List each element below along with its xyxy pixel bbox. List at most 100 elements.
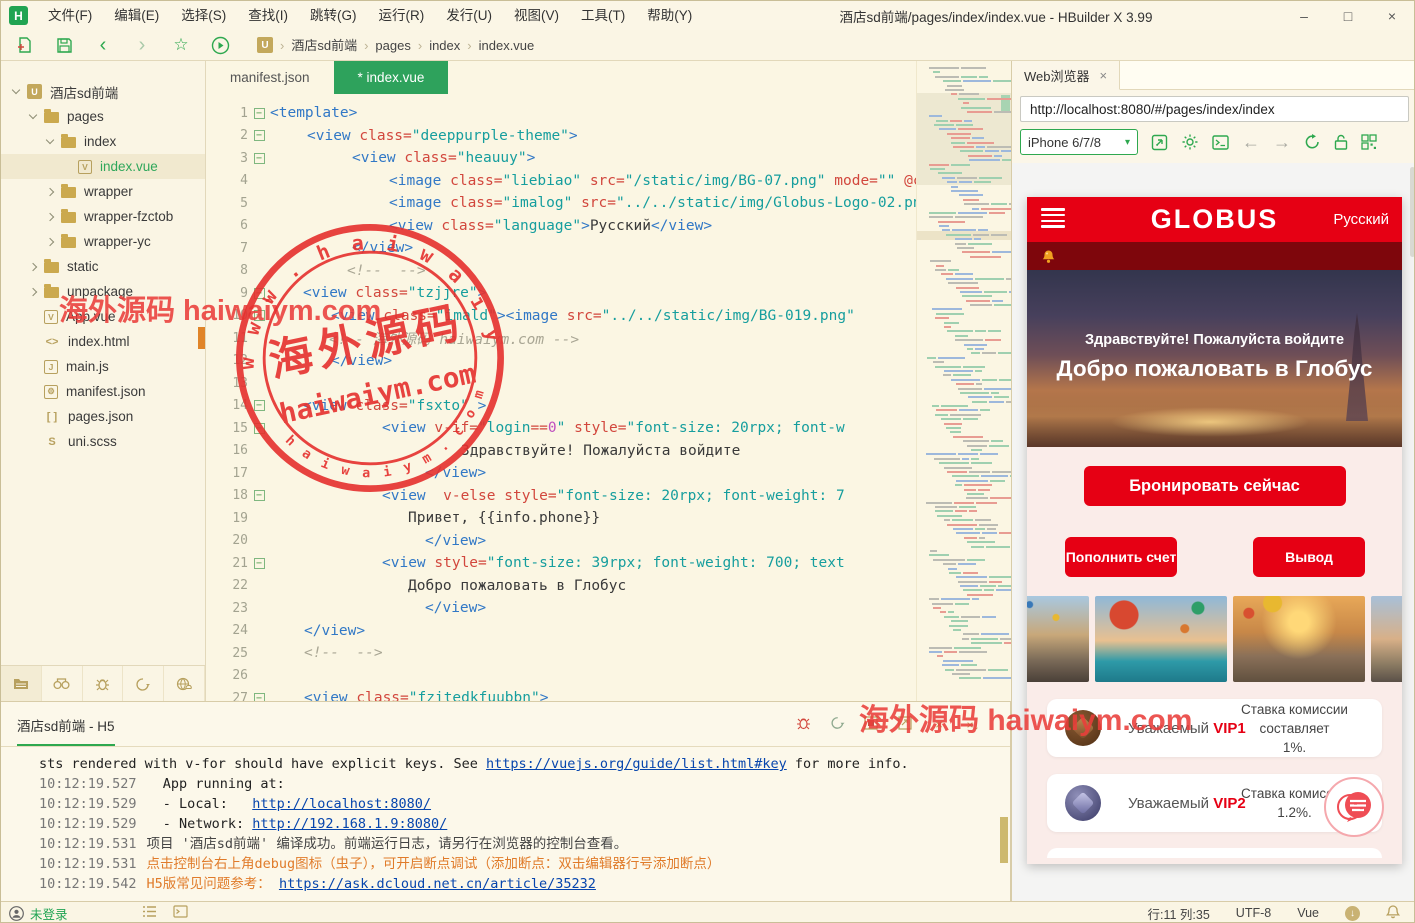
- line-number[interactable]: 10: [206, 308, 248, 323]
- code-line[interactable]: 25<!-- -->: [206, 642, 916, 665]
- tab-search[interactable]: [42, 666, 83, 701]
- code-line[interactable]: 13: [206, 372, 916, 395]
- file-tree-item-static[interactable]: static: [1, 254, 205, 279]
- code-line[interactable]: 15−<view v-if="login==0" style="font-siz…: [206, 417, 916, 440]
- new-file-icon[interactable]: [10, 33, 40, 57]
- fold-collapse-icon[interactable]: −: [254, 400, 265, 411]
- line-number[interactable]: 3: [206, 151, 248, 166]
- menu-item[interactable]: 发行(U): [435, 8, 503, 23]
- line-number[interactable]: 21: [206, 556, 248, 571]
- line-number[interactable]: 27: [206, 691, 248, 701]
- viewport-scrollbar-thumb[interactable]: [1410, 167, 1415, 257]
- vip-card[interactable]: Уважаемый VIP1Ставка комиссии составляет…: [1047, 699, 1382, 757]
- chevron-right-icon[interactable]: [29, 262, 37, 270]
- line-number[interactable]: 11: [206, 331, 248, 346]
- file-tree-item-index.vue[interactable]: Vindex.vue: [1, 154, 205, 179]
- line-number[interactable]: 7: [206, 241, 248, 256]
- line-number[interactable]: 8: [206, 263, 248, 278]
- menu-item[interactable]: 文件(F): [37, 8, 103, 23]
- breadcrumb-item[interactable]: 酒店sd前端: [291, 38, 357, 53]
- sidebar-scrollbar-thumb[interactable]: [198, 327, 205, 349]
- forward-icon[interactable]: ›: [127, 33, 157, 57]
- code-line[interactable]: 11<!-- 海外源码 haiwaiym.com -->: [206, 327, 916, 350]
- line-number[interactable]: 5: [206, 196, 248, 211]
- file-tree-item-main.js[interactable]: Jmain.js: [1, 354, 205, 379]
- line-number[interactable]: 24: [206, 623, 248, 638]
- line-number[interactable]: 14: [206, 398, 248, 413]
- update-icon[interactable]: ↓: [1345, 906, 1360, 921]
- settings-gear-icon[interactable]: [1181, 133, 1199, 151]
- chevron-right-icon[interactable]: [46, 237, 54, 245]
- code-line[interactable]: 8<!-- -->: [206, 260, 916, 283]
- code-line[interactable]: 6<view class="language">Русский</view>: [206, 215, 916, 238]
- code-line[interactable]: 3−<view class="heauuy">: [206, 147, 916, 170]
- tab-file-explorer[interactable]: [1, 666, 42, 701]
- file-tree-item-wrapper-yc[interactable]: wrapper-yc: [1, 229, 205, 254]
- book-now-button[interactable]: Бронировать сейчас: [1084, 466, 1346, 506]
- encoding[interactable]: UTF-8: [1236, 906, 1271, 920]
- log-link[interactable]: http://localhost:8080/: [252, 796, 431, 812]
- line-number[interactable]: 12: [206, 353, 248, 368]
- stop-icon[interactable]: [862, 716, 880, 733]
- code-line[interactable]: 21−<view style="font-size: 39rpx; font-w…: [206, 552, 916, 575]
- forward-arrow-icon[interactable]: →: [1273, 132, 1291, 153]
- file-tree-item-unpackage[interactable]: unpackage: [1, 279, 205, 304]
- line-number[interactable]: 2: [206, 128, 248, 143]
- chat-fab-button[interactable]: [1324, 777, 1384, 837]
- terminal-status-icon[interactable]: [173, 905, 188, 921]
- close-button[interactable]: ×: [1370, 1, 1414, 30]
- breadcrumb-item[interactable]: pages: [375, 38, 410, 53]
- line-number[interactable]: 9: [206, 286, 248, 301]
- menu-item[interactable]: 运行(R): [368, 8, 436, 23]
- menu-item[interactable]: 编辑(E): [103, 8, 170, 23]
- log-link[interactable]: https://ask.dcloud.net.cn/article/35232: [279, 876, 596, 892]
- back-icon[interactable]: ‹: [88, 33, 118, 57]
- browser-tab-close-icon[interactable]: ×: [1100, 68, 1108, 83]
- code-line[interactable]: 10−<view class="imald"><image src="../..…: [206, 305, 916, 328]
- code-line[interactable]: 23</view>: [206, 597, 916, 620]
- code-line[interactable]: 2−<view class="deeppurple-theme">: [206, 125, 916, 148]
- topup-button[interactable]: Пополнить счет: [1065, 537, 1177, 577]
- file-tree-item-index.html[interactable]: <>index.html: [1, 329, 205, 354]
- refresh-icon[interactable]: [1304, 134, 1321, 150]
- code-line[interactable]: 27−<view class="fzitedkfuubbn">: [206, 687, 916, 701]
- code-line[interactable]: 1−<template>: [206, 102, 916, 125]
- code-line[interactable]: 4<image class="liebiao" src="/static/img…: [206, 170, 916, 193]
- carousel-image-cappadocia-balloons-city[interactable]: [1027, 596, 1089, 682]
- breadcrumb-item[interactable]: index: [429, 38, 460, 53]
- menu-item[interactable]: 跳转(G): [299, 8, 368, 23]
- run-icon[interactable]: [205, 33, 235, 57]
- code-line[interactable]: 12</view>: [206, 350, 916, 373]
- language-switcher[interactable]: Русский: [1333, 211, 1389, 228]
- restart-icon[interactable]: [828, 716, 846, 733]
- tab-debug[interactable]: [83, 666, 124, 701]
- console-scrollbar-thumb[interactable]: [1000, 817, 1008, 863]
- carousel-image-cappadocia-sunset-valley[interactable]: [1233, 596, 1365, 682]
- code-area[interactable]: 1−<template>2−<view class="deeppurple-th…: [206, 94, 916, 701]
- line-number[interactable]: 4: [206, 173, 248, 188]
- fold-collapse-icon[interactable]: −: [254, 310, 265, 321]
- save-icon[interactable]: [49, 33, 79, 57]
- code-line[interactable]: 26: [206, 665, 916, 688]
- fold-collapse-icon[interactable]: −: [254, 423, 265, 434]
- line-number[interactable]: 20: [206, 533, 248, 548]
- line-number[interactable]: 18: [206, 488, 248, 503]
- fold-collapse-icon[interactable]: −: [254, 693, 265, 701]
- image-carousel[interactable]: [1027, 596, 1402, 682]
- code-line[interactable]: 18−<view v-else style="font-size: 20rpx;…: [206, 485, 916, 508]
- fold-collapse-icon[interactable]: −: [254, 288, 265, 299]
- line-number[interactable]: 19: [206, 511, 248, 526]
- line-number[interactable]: 22: [206, 578, 248, 593]
- line-number[interactable]: 15: [206, 421, 248, 436]
- clear-console-icon[interactable]: ×: [930, 717, 948, 732]
- line-number[interactable]: 25: [206, 646, 248, 661]
- cursor-position[interactable]: 行:11 列:35: [1147, 904, 1209, 923]
- chevron-down-icon[interactable]: [29, 111, 37, 119]
- fold-collapse-icon[interactable]: −: [254, 558, 265, 569]
- log-link[interactable]: http://192.168.1.9:8080/: [252, 816, 447, 832]
- carousel-image-cappadocia-pool-balloon[interactable]: [1095, 596, 1227, 682]
- maximize-button[interactable]: □: [1326, 1, 1370, 30]
- withdraw-button[interactable]: Вывод: [1253, 537, 1365, 577]
- chevron-down-icon[interactable]: [46, 136, 54, 144]
- menu-item[interactable]: 视图(V): [503, 8, 570, 23]
